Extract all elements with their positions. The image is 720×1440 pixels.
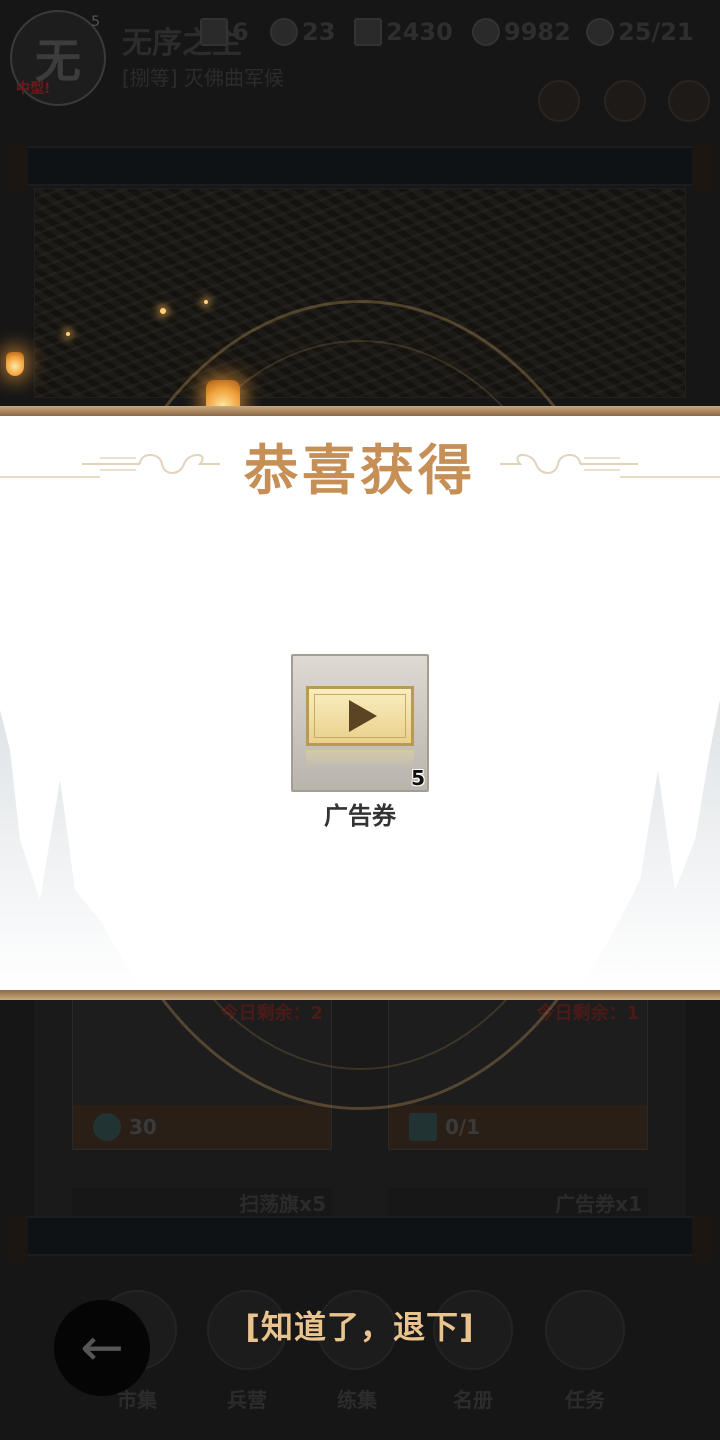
card-cost: 30 xyxy=(129,1115,157,1139)
spark-icon xyxy=(66,332,70,336)
mountain-mist-right-icon xyxy=(580,700,720,990)
resource-value: 23 xyxy=(302,18,336,46)
reward-count: 5 xyxy=(411,766,425,790)
top-bar: 无 5 中型! 无序之主 [捌等] 灭佛曲军候 6 23 2430 9982 2… xyxy=(0,0,720,140)
ticket-frame xyxy=(314,694,406,738)
ad-ticket-icon xyxy=(409,1113,437,1141)
scroll-rod-top xyxy=(6,144,714,192)
wheat-icon xyxy=(586,18,614,46)
nav-label: 任务 xyxy=(565,1388,605,1412)
scroll-end-left xyxy=(6,144,28,192)
scroll-end-right xyxy=(692,1214,714,1262)
nav-label: 兵营 xyxy=(227,1388,267,1412)
shop-card-partial[interactable]: 广告券x1 xyxy=(388,1188,648,1218)
nav-label: 名册 xyxy=(453,1388,493,1412)
settings-button[interactable] xyxy=(668,80,710,122)
shop-card-label: 扫荡旗x5 xyxy=(239,1192,326,1216)
jade-coin-icon xyxy=(93,1113,121,1141)
scroll-end-right xyxy=(692,144,714,192)
resource-ad-tickets: 6 xyxy=(200,16,249,48)
card-price-strip: 30 xyxy=(73,1105,331,1149)
player-title: [捌等] 灭佛曲军候 xyxy=(122,66,284,90)
modal-border-top xyxy=(0,406,720,416)
avatar-tag: 中型! xyxy=(16,81,51,97)
reward-modal: 恭喜获得 5 广告券 xyxy=(0,406,720,1000)
jade-coin-icon xyxy=(270,18,298,46)
resource-value: 6 xyxy=(232,18,249,46)
reward-item-slot[interactable]: 5 xyxy=(291,654,429,792)
resource-wheat: 25/21 xyxy=(586,16,694,48)
resource-value: 9982 xyxy=(504,18,571,46)
shop-card-partial[interactable]: 扫荡旗x5 xyxy=(72,1188,332,1218)
player-level: 5 xyxy=(91,14,100,30)
dismiss-button[interactable]: [知道了，退下] xyxy=(0,1302,720,1348)
resource-value: 2430 xyxy=(386,18,453,46)
scroll-end-left xyxy=(6,1214,28,1262)
granary-icon xyxy=(354,18,382,46)
resource-value: 25/21 xyxy=(618,18,694,46)
spark-icon xyxy=(160,308,166,314)
friends-button[interactable] xyxy=(538,80,580,122)
resource-granary: 2430 xyxy=(354,16,453,48)
spark-icon xyxy=(204,300,208,304)
ticket-reflection xyxy=(306,750,414,768)
sky-lantern-icon xyxy=(6,352,24,376)
copper-coin-icon xyxy=(472,18,500,46)
card-price-strip: 0/1 xyxy=(389,1105,647,1149)
reward-name: 广告券 xyxy=(324,802,396,830)
resource-copper: 9982 xyxy=(472,16,571,48)
mail-button[interactable] xyxy=(604,80,646,122)
player-avatar[interactable]: 无 5 中型! xyxy=(10,10,106,106)
modal-border-bottom xyxy=(0,990,720,1000)
resource-jade: 23 xyxy=(270,16,335,48)
nav-label: 练集 xyxy=(337,1388,377,1412)
modal-title: 恭喜获得 xyxy=(244,438,476,502)
play-icon xyxy=(349,700,377,732)
shop-card-label: 广告券x1 xyxy=(555,1192,642,1216)
ad-ticket-icon xyxy=(306,686,414,746)
scroll-rod-bottom xyxy=(6,1214,714,1262)
ad-ticket-icon xyxy=(200,18,228,46)
mountain-mist-left-icon xyxy=(0,710,140,990)
card-cost: 0/1 xyxy=(445,1115,481,1139)
